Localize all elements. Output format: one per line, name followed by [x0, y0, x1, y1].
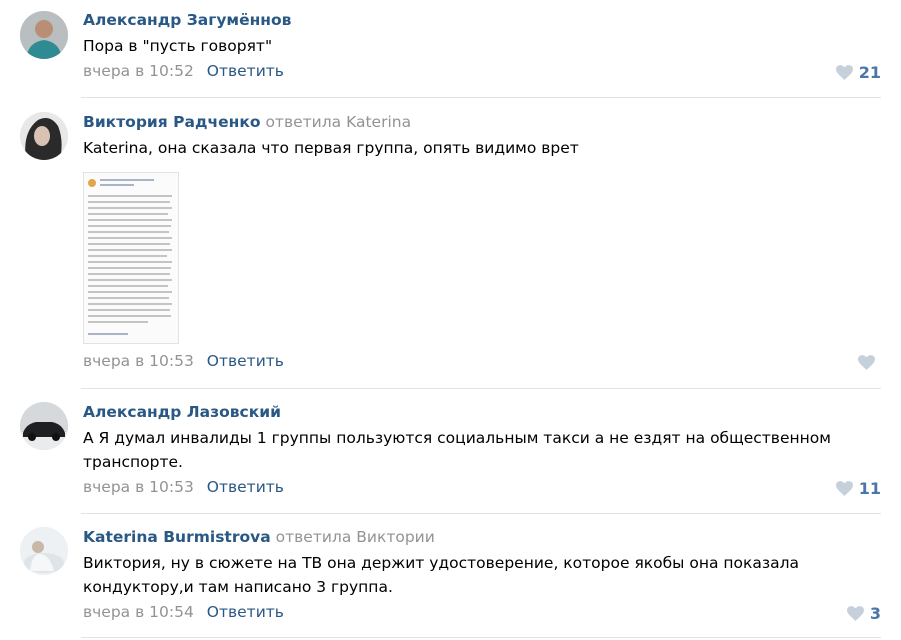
image-text-line: [88, 207, 172, 209]
like-button[interactable]: [858, 355, 881, 370]
divider: [81, 388, 881, 389]
image-text-line: [88, 321, 148, 323]
timestamp[interactable]: вчера в 10:52: [83, 62, 194, 80]
image-text-line: [88, 309, 170, 311]
like-count: 3: [869, 604, 881, 623]
heart-icon: [846, 606, 864, 621]
timestamp[interactable]: вчера в 10:53: [83, 352, 194, 370]
image-text-line: [88, 303, 172, 305]
author-line: Katerina Burmistrova ответила Виктории: [83, 527, 881, 547]
avatar[interactable]: [20, 11, 68, 59]
author-name[interactable]: Виктория Радченко: [83, 113, 261, 131]
comment-3: Александр Лазовский А Я думал инвалиды 1…: [0, 402, 901, 512]
divider: [81, 513, 881, 514]
avatar[interactable]: [20, 112, 68, 160]
image-text-line: [88, 279, 172, 281]
reply-button[interactable]: Ответить: [207, 478, 284, 496]
divider: [81, 97, 881, 98]
comment-body: Katerina Burmistrova ответила Виктории В…: [83, 527, 881, 599]
image-header-line: [100, 179, 154, 181]
reply-button[interactable]: Ответить: [207, 603, 284, 621]
image-text-line: [88, 273, 170, 275]
divider: [81, 637, 881, 638]
reply-button[interactable]: Ответить: [207, 352, 284, 370]
image-text-line: [88, 249, 172, 251]
timestamp[interactable]: вчера в 10:54: [83, 603, 194, 621]
image-text-line: [88, 297, 169, 299]
image-text-line: [88, 231, 169, 233]
heart-icon: [835, 65, 853, 80]
author-name[interactable]: Александр Лазовский: [83, 403, 281, 421]
like-button[interactable]: 11: [835, 479, 881, 498]
comment-body: Александр Лазовский А Я думал инвалиды 1…: [83, 402, 881, 474]
comment-meta: вчера в 10:54 Ответить: [83, 603, 284, 621]
like-count: 11: [858, 479, 881, 498]
image-text-line: [88, 261, 172, 263]
like-count: 21: [858, 63, 881, 82]
image-text-line: [88, 255, 167, 257]
like-button[interactable]: 3: [846, 604, 881, 623]
comment-meta: вчера в 10:53 Ответить: [83, 352, 284, 370]
comment-4: Katerina Burmistrova ответила Виктории В…: [0, 527, 901, 640]
author-name[interactable]: Katerina Burmistrova: [83, 528, 271, 546]
comment-body: Виктория Радченко ответила Katerina Kate…: [83, 112, 881, 160]
author-name[interactable]: Александр Загумённов: [83, 11, 291, 29]
comment-text: Виктория, ну в сюжете на ТВ она держит у…: [83, 554, 799, 596]
avatar-photo-icon: [20, 11, 68, 59]
comment-meta: вчера в 10:52 Ответить: [83, 62, 284, 80]
like-button[interactable]: 21: [835, 63, 881, 82]
comment-body: Александр Загумённов Пора в "пусть говор…: [83, 10, 881, 58]
comment-2: Виктория Радченко ответила Katerina Kate…: [0, 112, 901, 382]
comment-meta: вчера в 10:53 Ответить: [83, 478, 284, 496]
comment-text: А Я думал инвалиды 1 группы пользуются с…: [83, 429, 831, 471]
author-line: Александр Лазовский: [83, 402, 881, 422]
avatar-photo-icon: [20, 112, 68, 160]
comment-text: Пора в "пусть говорят": [83, 37, 273, 55]
replied-to[interactable]: ответила Виктории: [276, 528, 435, 546]
image-footer-line: [88, 333, 128, 335]
image-text-line: [88, 237, 172, 239]
image-text-line: [88, 285, 168, 287]
image-text-line: [88, 267, 171, 269]
comment-1: Александр Загумённов Пора в "пусть говор…: [0, 10, 901, 98]
author-line: Виктория Радченко ответила Katerina: [83, 112, 881, 132]
author-line: Александр Загумённов: [83, 10, 881, 30]
image-text-line: [88, 225, 171, 227]
comment-text: Katerina, она сказала что первая группа,…: [83, 139, 579, 157]
reply-button[interactable]: Ответить: [207, 62, 284, 80]
avatar[interactable]: [20, 402, 68, 450]
heart-icon: [835, 481, 853, 496]
image-text-line: [88, 195, 172, 197]
image-text-line: [88, 213, 168, 215]
image-text-line: [88, 315, 171, 317]
image-header-line: [100, 184, 134, 186]
replied-to[interactable]: ответила Katerina: [265, 113, 411, 131]
attached-image[interactable]: [83, 172, 179, 344]
avatar-car-icon: [20, 402, 68, 450]
heart-icon: [858, 355, 875, 370]
image-text-line: [88, 219, 172, 221]
group-logo-icon: [88, 179, 96, 187]
image-text-line: [88, 291, 172, 293]
avatar[interactable]: [20, 527, 68, 575]
avatar-photo-icon: [20, 527, 68, 575]
timestamp[interactable]: вчера в 10:53: [83, 478, 194, 496]
image-text-line: [88, 201, 170, 203]
image-text-line: [88, 243, 170, 245]
